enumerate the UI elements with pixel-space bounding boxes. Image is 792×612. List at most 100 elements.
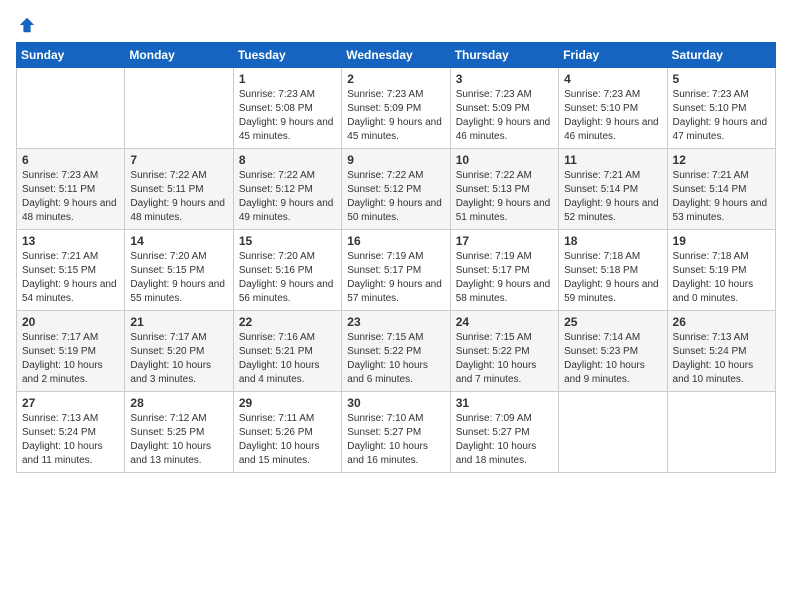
day-number: 7 [130, 153, 227, 167]
weekday-header-cell: Saturday [667, 43, 775, 68]
calendar-cell: 30Sunrise: 7:10 AM Sunset: 5:27 PM Dayli… [342, 392, 450, 473]
day-number: 4 [564, 72, 661, 86]
day-number: 17 [456, 234, 553, 248]
day-info: Sunrise: 7:09 AM Sunset: 5:27 PM Dayligh… [456, 412, 553, 468]
day-number: 22 [239, 315, 336, 329]
calendar-cell: 15 Sunrise: 7:20 AM Sunset: 5:16 PM Dayli… [233, 230, 341, 311]
day-info: Sunrise: 7:14 AM Sunset: 5:23 PM Dayligh… [564, 331, 661, 387]
day-info: Sunrise: 7:23 AM Sunset: 5:09 PM Dayligh… [347, 88, 444, 144]
day-number: 8 [239, 153, 336, 167]
logo [16, 16, 36, 34]
day-info: Sunrise: 7:23 AM Sunset: 5:11 PM Dayligh… [22, 169, 119, 225]
day-number: 21 [130, 315, 227, 329]
calendar-cell: 29 Sunrise: 7:11 AM Sunset: 5:26 PM Dayli… [233, 392, 341, 473]
calendar-cell: 4 Sunrise: 7:23 AM Sunset: 5:10 PM Daylig… [559, 68, 667, 149]
day-info: Sunrise: 7:16 AM Sunset: 5:21 PM Dayligh… [239, 331, 336, 387]
day-info: Sunrise: 7:15 AM Sunset: 5:22 PM Dayligh… [347, 331, 444, 387]
day-info: Sunrise: 7:10 AM Sunset: 5:27 PM Dayligh… [347, 412, 444, 468]
day-info: Sunrise: 7:23 AM Sunset: 5:09 PM Dayligh… [456, 88, 553, 144]
day-number: 9 [347, 153, 444, 167]
calendar-week-row: 6Sunrise: 7:23 AM Sunset: 5:11 PM Daylig… [17, 149, 776, 230]
calendar-cell: 27Sunrise: 7:13 AM Sunset: 5:24 PM Dayli… [17, 392, 125, 473]
day-info: Sunrise: 7:22 AM Sunset: 5:12 PM Dayligh… [347, 169, 444, 225]
day-number: 29 [239, 396, 336, 410]
day-number: 24 [456, 315, 553, 329]
weekday-header-row: SundayMondayTuesdayWednesdayThursdayFrid… [17, 43, 776, 68]
day-number: 18 [564, 234, 661, 248]
calendar-cell: 31 Sunrise: 7:09 AM Sunset: 5:27 PM Dayli… [450, 392, 558, 473]
calendar-cell: 19Sunrise: 7:18 AM Sunset: 5:19 PM Dayli… [667, 230, 775, 311]
day-info: Sunrise: 7:15 AM Sunset: 5:22 PM Dayligh… [456, 331, 553, 387]
day-number: 26 [673, 315, 770, 329]
calendar-cell: 25 Sunrise: 7:14 AM Sunset: 5:23 PM Dayli… [559, 311, 667, 392]
day-info: Sunrise: 7:11 AM Sunset: 5:26 PM Dayligh… [239, 412, 336, 468]
calendar-week-row: 13 Sunrise: 7:21 AM Sunset: 5:15 PM Dayli… [17, 230, 776, 311]
day-info: Sunrise: 7:18 AM Sunset: 5:19 PM Dayligh… [673, 250, 770, 306]
calendar-cell: 6Sunrise: 7:23 AM Sunset: 5:11 PM Daylig… [17, 149, 125, 230]
day-info: Sunrise: 7:22 AM Sunset: 5:12 PM Dayligh… [239, 169, 336, 225]
day-number: 11 [564, 153, 661, 167]
weekday-header-cell: Friday [559, 43, 667, 68]
day-number: 13 [22, 234, 119, 248]
weekday-header-cell: Tuesday [233, 43, 341, 68]
day-number: 28 [130, 396, 227, 410]
calendar-cell: 2 Sunrise: 7:23 AM Sunset: 5:09 PM Daylig… [342, 68, 450, 149]
calendar-cell: 23 Sunrise: 7:15 AM Sunset: 5:22 PM Dayli… [342, 311, 450, 392]
day-info: Sunrise: 7:17 AM Sunset: 5:20 PM Dayligh… [130, 331, 227, 387]
calendar-cell: 5 Sunrise: 7:23 AM Sunset: 5:10 PM Daylig… [667, 68, 775, 149]
calendar-cell: 20 Sunrise: 7:17 AM Sunset: 5:19 PM Dayli… [17, 311, 125, 392]
calendar-cell: 11 Sunrise: 7:21 AM Sunset: 5:14 PM Dayli… [559, 149, 667, 230]
calendar-cell: 1 Sunrise: 7:23 AM Sunset: 5:08 PM Daylig… [233, 68, 341, 149]
day-number: 25 [564, 315, 661, 329]
calendar-cell: 10 Sunrise: 7:22 AM Sunset: 5:13 PM Dayli… [450, 149, 558, 230]
calendar-cell [125, 68, 233, 149]
day-number: 16 [347, 234, 444, 248]
calendar-cell: 28 Sunrise: 7:12 AM Sunset: 5:25 PM Dayli… [125, 392, 233, 473]
day-info: Sunrise: 7:13 AM Sunset: 5:24 PM Dayligh… [22, 412, 119, 468]
calendar-cell: 22 Sunrise: 7:16 AM Sunset: 5:21 PM Dayli… [233, 311, 341, 392]
day-info: Sunrise: 7:22 AM Sunset: 5:13 PM Dayligh… [456, 169, 553, 225]
weekday-header-cell: Wednesday [342, 43, 450, 68]
day-number: 20 [22, 315, 119, 329]
day-number: 12 [673, 153, 770, 167]
calendar-cell: 21 Sunrise: 7:17 AM Sunset: 5:20 PM Dayli… [125, 311, 233, 392]
calendar-cell [559, 392, 667, 473]
day-info: Sunrise: 7:23 AM Sunset: 5:10 PM Dayligh… [564, 88, 661, 144]
calendar-cell: 12Sunrise: 7:21 AM Sunset: 5:14 PM Dayli… [667, 149, 775, 230]
day-info: Sunrise: 7:20 AM Sunset: 5:16 PM Dayligh… [239, 250, 336, 306]
day-info: Sunrise: 7:18 AM Sunset: 5:18 PM Dayligh… [564, 250, 661, 306]
weekday-header-cell: Thursday [450, 43, 558, 68]
day-number: 31 [456, 396, 553, 410]
calendar-cell: 17Sunrise: 7:19 AM Sunset: 5:17 PM Dayli… [450, 230, 558, 311]
weekday-header-cell: Sunday [17, 43, 125, 68]
day-number: 23 [347, 315, 444, 329]
calendar-week-row: 27Sunrise: 7:13 AM Sunset: 5:24 PM Dayli… [17, 392, 776, 473]
day-info: Sunrise: 7:21 AM Sunset: 5:14 PM Dayligh… [564, 169, 661, 225]
calendar-cell: 16 Sunrise: 7:19 AM Sunset: 5:17 PM Dayli… [342, 230, 450, 311]
calendar-week-row: 1 Sunrise: 7:23 AM Sunset: 5:08 PM Daylig… [17, 68, 776, 149]
calendar: SundayMondayTuesdayWednesdayThursdayFrid… [16, 42, 776, 473]
calendar-cell: 13 Sunrise: 7:21 AM Sunset: 5:15 PM Dayli… [17, 230, 125, 311]
day-number: 1 [239, 72, 336, 86]
calendar-cell: 9 Sunrise: 7:22 AM Sunset: 5:12 PM Daylig… [342, 149, 450, 230]
day-info: Sunrise: 7:23 AM Sunset: 5:10 PM Dayligh… [673, 88, 770, 144]
day-info: Sunrise: 7:19 AM Sunset: 5:17 PM Dayligh… [347, 250, 444, 306]
day-number: 10 [456, 153, 553, 167]
day-info: Sunrise: 7:21 AM Sunset: 5:15 PM Dayligh… [22, 250, 119, 306]
day-info: Sunrise: 7:23 AM Sunset: 5:08 PM Dayligh… [239, 88, 336, 144]
day-number: 2 [347, 72, 444, 86]
page-header [16, 16, 776, 34]
day-number: 5 [673, 72, 770, 86]
calendar-cell [17, 68, 125, 149]
calendar-week-row: 20 Sunrise: 7:17 AM Sunset: 5:19 PM Dayli… [17, 311, 776, 392]
day-info: Sunrise: 7:17 AM Sunset: 5:19 PM Dayligh… [22, 331, 119, 387]
day-info: Sunrise: 7:13 AM Sunset: 5:24 PM Dayligh… [673, 331, 770, 387]
calendar-cell: 14 Sunrise: 7:20 AM Sunset: 5:15 PM Dayli… [125, 230, 233, 311]
calendar-cell [667, 392, 775, 473]
day-number: 15 [239, 234, 336, 248]
day-info: Sunrise: 7:12 AM Sunset: 5:25 PM Dayligh… [130, 412, 227, 468]
day-number: 14 [130, 234, 227, 248]
calendar-cell: 26 Sunrise: 7:13 AM Sunset: 5:24 PM Dayli… [667, 311, 775, 392]
day-info: Sunrise: 7:20 AM Sunset: 5:15 PM Dayligh… [130, 250, 227, 306]
calendar-body: 1 Sunrise: 7:23 AM Sunset: 5:08 PM Daylig… [17, 68, 776, 473]
